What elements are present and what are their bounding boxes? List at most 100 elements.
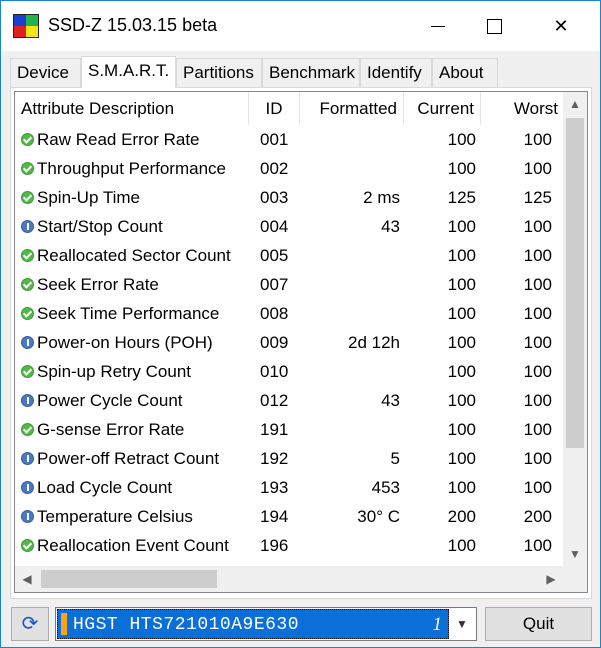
vertical-scrollbar[interactable]: ▲ ▼	[563, 92, 587, 566]
attribute-worst: 100	[523, 275, 552, 294]
attribute-id: 004	[260, 217, 289, 236]
ssd-z-app-icon[interactable]	[13, 14, 39, 38]
attribute-worst: 100	[523, 333, 552, 352]
attribute-worst: 100	[523, 304, 552, 323]
attribute-name: Reallocated Sector Count	[37, 246, 231, 265]
drive-name: HGST HTS721010A9E630	[73, 615, 300, 635]
smart-attribute-list[interactable]: Attribute Description ID Formatted Curre…	[14, 91, 588, 593]
attribute-id: 191	[260, 420, 289, 439]
table-row[interactable]: Start/Stop Count 004 43 100 100	[15, 212, 563, 241]
attribute-description: Raw Read Error Rate	[21, 125, 251, 154]
table-row[interactable]: Reallocation Event Count 196 100 100	[15, 531, 563, 560]
column-header-id[interactable]: ID	[249, 92, 300, 125]
drive-marker	[61, 613, 67, 635]
drive-select[interactable]: HGST HTS721010A9E630 1 ▼	[55, 607, 477, 641]
attribute-worst: 100	[523, 217, 552, 236]
green-check-icon	[21, 162, 34, 175]
list-rows: Raw Read Error Rate 001 100 100 Throughput P…	[15, 125, 563, 565]
attribute-id: 192	[260, 449, 289, 468]
attribute-name: Reallocation Event Count	[37, 536, 229, 555]
attribute-formatted: 30° C	[357, 507, 400, 526]
attribute-worst: 100	[523, 246, 552, 265]
table-row[interactable]: G-sense Error Rate 191 100 100	[15, 415, 563, 444]
attribute-id: 008	[260, 304, 289, 323]
table-row[interactable]: Spin-Up Time 003 2 ms 125 125	[15, 183, 563, 212]
attribute-description: Seek Time Performance	[21, 299, 251, 328]
attribute-current: 100	[447, 275, 476, 294]
refresh-icon: ⟳	[21, 613, 39, 635]
maximize-icon	[486, 18, 502, 34]
tab-device[interactable]: Device	[10, 58, 81, 87]
blue-info-icon	[21, 452, 34, 465]
table-row[interactable]: Throughput Performance 002 100 100	[15, 154, 563, 183]
tab-identify[interactable]: Identify	[360, 58, 432, 87]
table-row[interactable]: Reallocated Sector Count 005 100 100	[15, 241, 563, 270]
attribute-description: Seek Error Rate	[21, 270, 251, 299]
attribute-current: 100	[447, 333, 476, 352]
table-row[interactable]: Temperature Celsius 194 30° C 200 200	[15, 502, 563, 531]
green-check-icon	[21, 365, 34, 378]
attribute-name: Raw Read Error Rate	[37, 130, 200, 149]
horizontal-scroll-thumb[interactable]	[41, 570, 217, 588]
attribute-name: Throughput Performance	[37, 159, 226, 178]
table-row[interactable]: Seek Error Rate 007 100 100	[15, 270, 563, 299]
attribute-name: Power-on Hours (POH)	[37, 333, 213, 352]
table-row[interactable]: Power-off Retract Count 192 5 100 100	[15, 444, 563, 473]
scroll-down-icon[interactable]: ▼	[563, 542, 587, 566]
list-header: Attribute Description ID Formatted Curre…	[15, 92, 563, 125]
column-header-formatted[interactable]: Formatted	[300, 92, 404, 125]
tab-smart[interactable]: S.M.A.R.T.	[81, 56, 176, 88]
maximize-button[interactable]	[471, 1, 517, 51]
attribute-id: 007	[260, 275, 289, 294]
scroll-up-icon[interactable]: ▲	[563, 92, 587, 116]
attribute-worst: 100	[523, 449, 552, 468]
table-row[interactable]: Load Cycle Count 193 453 100 100	[15, 473, 563, 502]
scroll-right-icon[interactable]: ▶	[539, 566, 563, 592]
attribute-formatted	[311, 531, 400, 560]
chevron-down-icon[interactable]: ▼	[448, 608, 476, 640]
attribute-formatted: 5	[390, 449, 400, 468]
blue-info-icon	[21, 510, 34, 523]
attribute-name: Spin-up Retry Count	[37, 362, 192, 381]
tab-partitions[interactable]: Partitions	[176, 58, 262, 87]
attribute-id: 003	[260, 188, 289, 207]
attribute-current: 100	[447, 478, 476, 497]
table-row[interactable]: Power Cycle Count 012 43 100 100	[15, 386, 563, 415]
column-header-description[interactable]: Attribute Description	[15, 92, 249, 125]
scrollbar-corner	[563, 566, 587, 592]
attribute-name: Start/Stop Count	[37, 217, 163, 236]
green-check-icon	[21, 249, 34, 262]
attribute-formatted	[311, 270, 400, 299]
refresh-button[interactable]: ⟳	[11, 607, 49, 641]
title-bar[interactable]: SSD-Z 15.03.15 beta ✕	[1, 1, 600, 51]
quit-button[interactable]: Quit	[485, 607, 592, 641]
attribute-description: Temperature Celsius	[21, 502, 251, 531]
table-row[interactable]: Seek Time Performance 008 100 100	[15, 299, 563, 328]
green-check-icon	[21, 278, 34, 291]
column-header-current[interactable]: Current	[404, 92, 481, 125]
attribute-worst: 100	[523, 362, 552, 381]
attribute-description: Spin-Up Time	[21, 183, 251, 212]
column-header-worst[interactable]: Worst	[481, 92, 563, 125]
attribute-formatted: 43	[381, 217, 400, 236]
attribute-current: 100	[447, 217, 476, 236]
table-row[interactable]: Raw Read Error Rate 001 100 100	[15, 125, 563, 154]
attribute-description: Reallocation Event Count	[21, 531, 251, 560]
vertical-scroll-thumb[interactable]	[566, 118, 584, 448]
attribute-name: Load Cycle Count	[37, 478, 173, 497]
tab-about[interactable]: About	[432, 58, 498, 87]
tab-benchmark[interactable]: Benchmark	[262, 58, 360, 87]
minimize-button[interactable]	[415, 1, 461, 51]
horizontal-scrollbar[interactable]: ◀ ▶	[15, 566, 563, 592]
attribute-current: 100	[447, 391, 476, 410]
green-check-icon	[21, 539, 34, 552]
attribute-description: G-sense Error Rate	[21, 415, 251, 444]
drive-selected-value[interactable]: HGST HTS721010A9E630 1	[57, 609, 449, 639]
table-row[interactable]: Power-on Hours (POH) 009 2d 12h 100 100	[15, 328, 563, 357]
scroll-left-icon[interactable]: ◀	[15, 566, 39, 592]
attribute-formatted	[311, 154, 400, 183]
green-check-icon	[21, 133, 34, 146]
close-button[interactable]: ✕	[538, 1, 584, 51]
attribute-id: 010	[260, 362, 289, 381]
table-row[interactable]: Spin-up Retry Count 010 100 100	[15, 357, 563, 386]
